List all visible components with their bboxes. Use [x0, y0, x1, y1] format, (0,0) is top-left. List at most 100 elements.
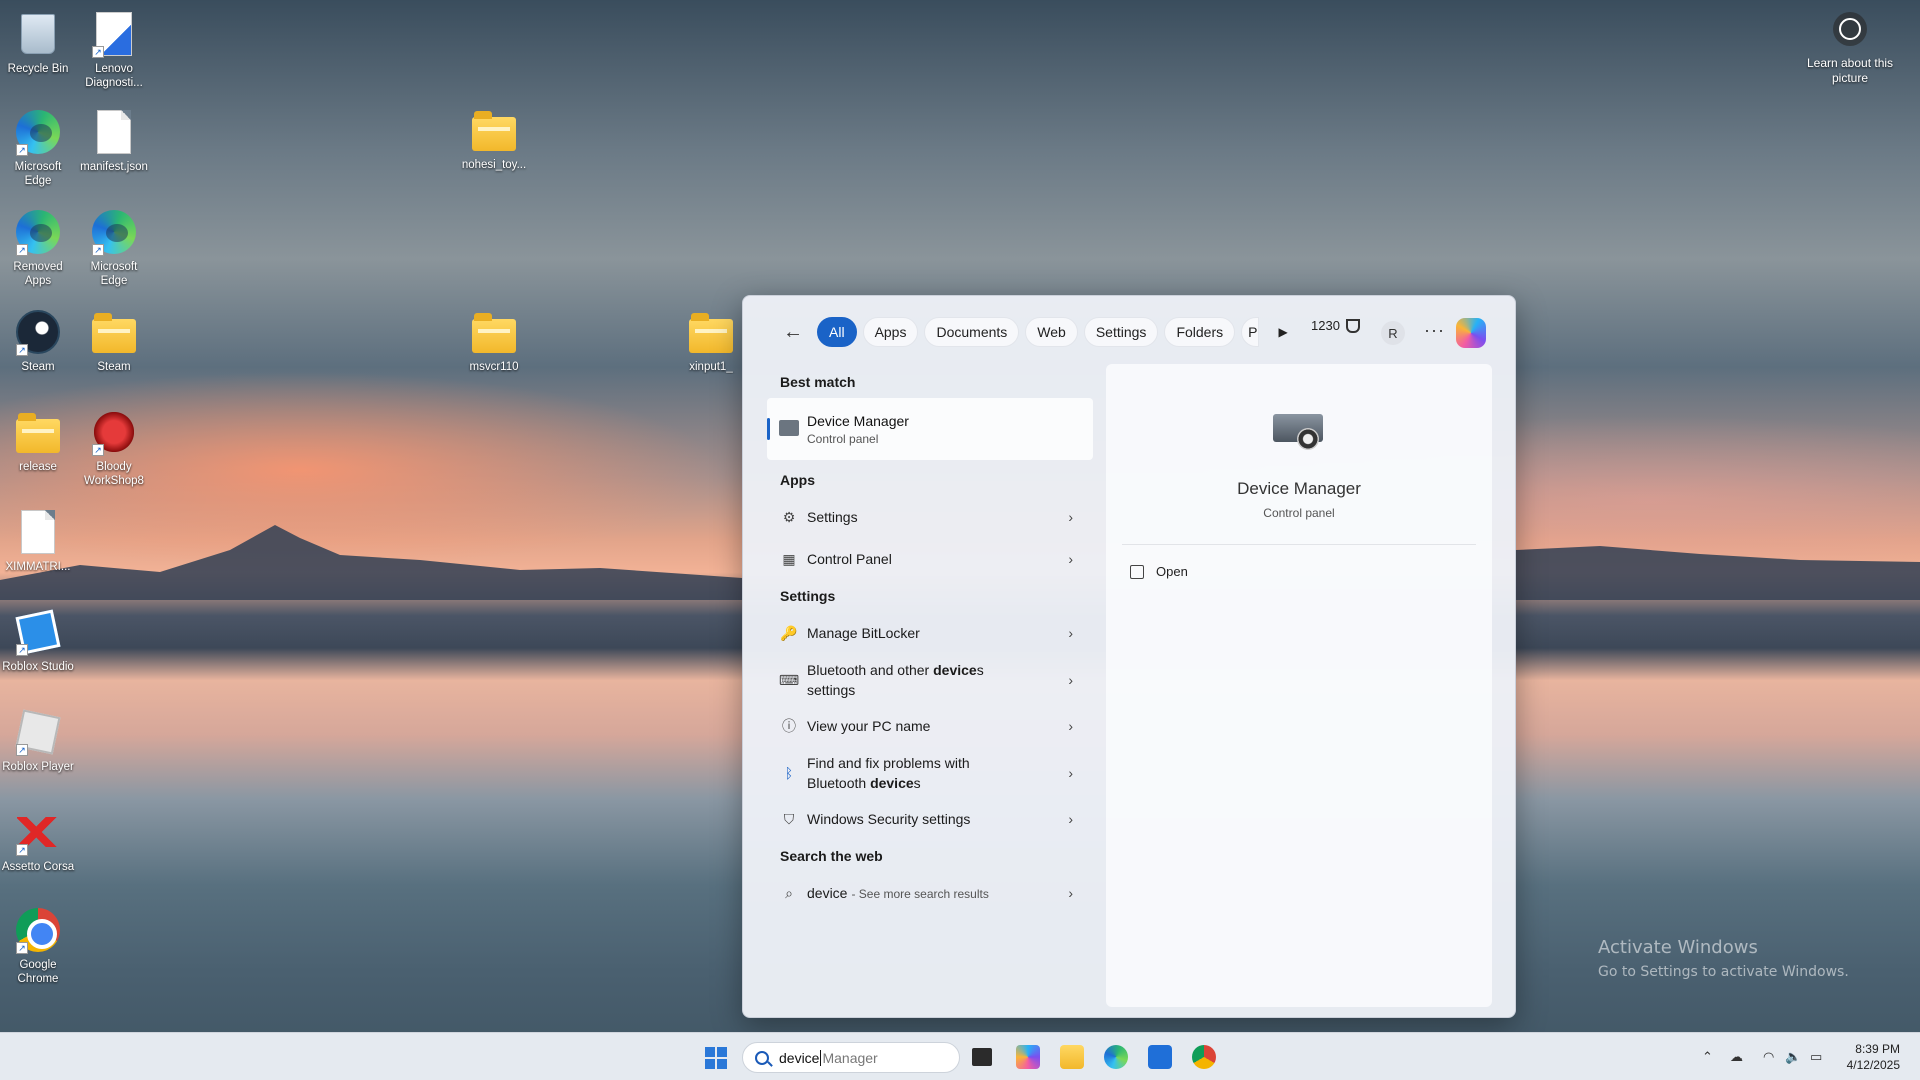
desktop-icon-manifest-json[interactable]: manifest.json	[76, 108, 152, 174]
system-clock[interactable]: 8:39 PM 4/12/2025	[1847, 1041, 1900, 1073]
desktop-icon-steam-folder[interactable]: Steam	[76, 308, 152, 374]
result-web-search[interactable]: ⌕ device - See more search results ›	[767, 872, 1093, 914]
back-arrow-icon[interactable]: ←	[779, 318, 807, 346]
best-match-type: Control panel	[807, 431, 879, 446]
chevron-right-icon[interactable]: ›	[1068, 551, 1073, 567]
result-bluetooth-troubleshoot[interactable]: ᛒ Find and fix problems with Bluetooth d…	[767, 747, 1093, 798]
search-panel: ← All Apps Documents Web Settings Folder…	[742, 295, 1516, 1018]
volume-icon[interactable]: 🔈	[1785, 1049, 1801, 1065]
preview-pane: Device Manager Control panel Open	[1106, 364, 1492, 1007]
control-panel-icon: ▦	[782, 550, 796, 567]
desktop-icon-msvcr110-folder[interactable]: msvcr110	[456, 308, 532, 374]
desktop-icon-microsoft-edge-2[interactable]: ↗ Microsoft Edge	[76, 208, 152, 288]
more-options-icon[interactable]: ···	[1424, 320, 1445, 341]
open-external-icon	[1130, 564, 1144, 579]
chevron-right-icon[interactable]: ›	[1068, 811, 1073, 827]
result-bluetooth-devices-settings[interactable]: ⌨ Bluetooth and other devices settings ›	[767, 654, 1093, 705]
chevron-right-icon[interactable]: ›	[1068, 718, 1073, 734]
chevron-right-icon[interactable]: ›	[1068, 509, 1073, 525]
chevron-right-icon[interactable]: ›	[1068, 625, 1073, 641]
search-icon	[755, 1050, 769, 1065]
preview-title: Device Manager	[1237, 479, 1361, 498]
desktop-icon-label: release	[19, 461, 57, 473]
file-icon	[90, 108, 138, 156]
microsoft-store-icon[interactable]	[1148, 1045, 1172, 1069]
battery-icon[interactable]: ▭	[1810, 1049, 1822, 1065]
settings-heading: Settings	[780, 588, 836, 604]
result-manage-bitlocker[interactable]: 🔑 Manage BitLocker ›	[767, 612, 1093, 654]
folder-icon	[687, 308, 735, 356]
search-autocomplete-text: Manager	[822, 1049, 878, 1066]
scroll-filters-right-icon[interactable]: ▶	[1269, 325, 1297, 339]
keyboard-device-icon: ⌨	[778, 671, 800, 688]
desktop-icon-lenovo-diagnostics[interactable]: ↗ Lenovo Diagnosti...	[76, 10, 152, 90]
learn-about-picture[interactable]: Learn about this picture	[1800, 12, 1900, 86]
desktop-icon-assetto-corsa[interactable]: ↗ Assetto Corsa	[0, 808, 76, 874]
desktop-icon-ximmatri[interactable]: XIMMATRI...	[0, 508, 76, 574]
learn-about-label: Learn about this picture	[1806, 56, 1894, 85]
recycle-bin-icon	[14, 10, 62, 58]
avatar[interactable]: R	[1381, 321, 1405, 345]
desktop-icon-bloody-workshop[interactable]: ↗ Bloody WorkShop8	[76, 408, 152, 488]
desktop-icon-recycle-bin[interactable]: Recycle Bin	[0, 10, 76, 76]
desktop-icon-steam[interactable]: ↗ Steam	[0, 308, 76, 374]
filter-all[interactable]: All	[817, 317, 857, 347]
filter-truncated[interactable]: P	[1241, 317, 1260, 347]
filter-bar: ← All Apps Documents Web Settings Folder…	[779, 316, 1297, 348]
copilot-icon[interactable]	[1456, 318, 1486, 348]
clock-time: 8:39 PM	[1855, 1042, 1900, 1056]
desktop-icon-release-folder[interactable]: release	[0, 408, 76, 474]
result-settings-app[interactable]: ⚙ Settings ›	[767, 496, 1093, 538]
desktop-icon-microsoft-edge[interactable]: ↗ Microsoft Edge	[0, 108, 76, 188]
chrome-icon[interactable]	[1192, 1045, 1216, 1069]
show-hidden-icons-chevron-icon[interactable]: ⌃	[1702, 1049, 1713, 1065]
open-action[interactable]: Open	[1130, 564, 1188, 579]
desktop-icon-removed-apps[interactable]: ↗ Removed Apps	[0, 208, 76, 288]
desktop-icon-roblox-player[interactable]: ↗ Roblox Player	[0, 708, 76, 774]
taskbar-search-input[interactable]: device Manager	[742, 1042, 960, 1073]
text-caret	[820, 1049, 822, 1066]
filter-apps[interactable]: Apps	[862, 317, 919, 347]
desktop-icon-label: Microsoft Edge	[14, 161, 62, 187]
desktop-icon-google-chrome[interactable]: ↗ Google Chrome	[0, 906, 76, 986]
desktop-icon-label: Recycle Bin	[7, 63, 69, 75]
settings-gear-icon: ⚙	[782, 508, 796, 525]
folder-icon	[470, 106, 518, 154]
file-icon	[14, 508, 62, 556]
edge-icon: ↗	[90, 208, 138, 256]
desktop-icon-label: xinput1_	[689, 361, 733, 373]
edge-icon[interactable]	[1104, 1045, 1128, 1069]
result-label: Control Panel	[807, 551, 892, 567]
rewards-points[interactable]: 1230	[1311, 318, 1360, 333]
desktop-icon-label: manifest.json	[80, 161, 148, 173]
desktop-icon-label: Bloody WorkShop8	[84, 461, 144, 487]
result-control-panel[interactable]: ▦ Control Panel ›	[767, 538, 1093, 580]
desktop-icon-xinput-folder[interactable]: xinput1_	[680, 308, 742, 374]
clock-date: 4/12/2025	[1846, 1058, 1900, 1072]
filter-web[interactable]: Web	[1025, 317, 1078, 347]
desktop-icon-label: Steam	[97, 361, 131, 373]
onedrive-icon[interactable]: ☁	[1730, 1049, 1743, 1065]
bloody-icon: ↗	[90, 408, 138, 456]
chevron-right-icon[interactable]: ›	[1068, 763, 1073, 783]
desktop-icon-nohesi-folder[interactable]: nohesi_toy...	[456, 106, 532, 172]
result-view-pc-name[interactable]: ⓘ View your PC name ›	[767, 705, 1093, 747]
file-explorer-icon[interactable]	[1060, 1045, 1084, 1069]
desktop-icon-roblox-studio[interactable]: ↗ Roblox Studio	[0, 608, 76, 674]
best-match-device-manager[interactable]: Device Manager Control panel	[767, 398, 1093, 460]
microsoft-365-icon[interactable]	[1016, 1045, 1040, 1069]
lenovo-diagnostics-icon: ↗	[90, 10, 138, 58]
activate-subtitle: Go to Settings to activate Windows.	[1598, 964, 1849, 980]
desktop-icon-label: Removed Apps	[13, 261, 63, 287]
filter-documents[interactable]: Documents	[924, 317, 1020, 347]
edge-icon: ↗	[14, 108, 62, 156]
chevron-right-icon[interactable]: ›	[1068, 670, 1073, 690]
task-view-icon[interactable]	[972, 1048, 992, 1066]
result-windows-security[interactable]: ⛉ Windows Security settings ›	[767, 798, 1093, 840]
filter-settings[interactable]: Settings	[1083, 317, 1159, 347]
wifi-icon[interactable]: ◠	[1763, 1049, 1774, 1065]
bitlocker-icon: 🔑	[780, 624, 798, 641]
windows-start-icon[interactable]	[705, 1047, 727, 1069]
filter-folders[interactable]: Folders	[1164, 317, 1236, 347]
chevron-right-icon[interactable]: ›	[1068, 885, 1073, 901]
